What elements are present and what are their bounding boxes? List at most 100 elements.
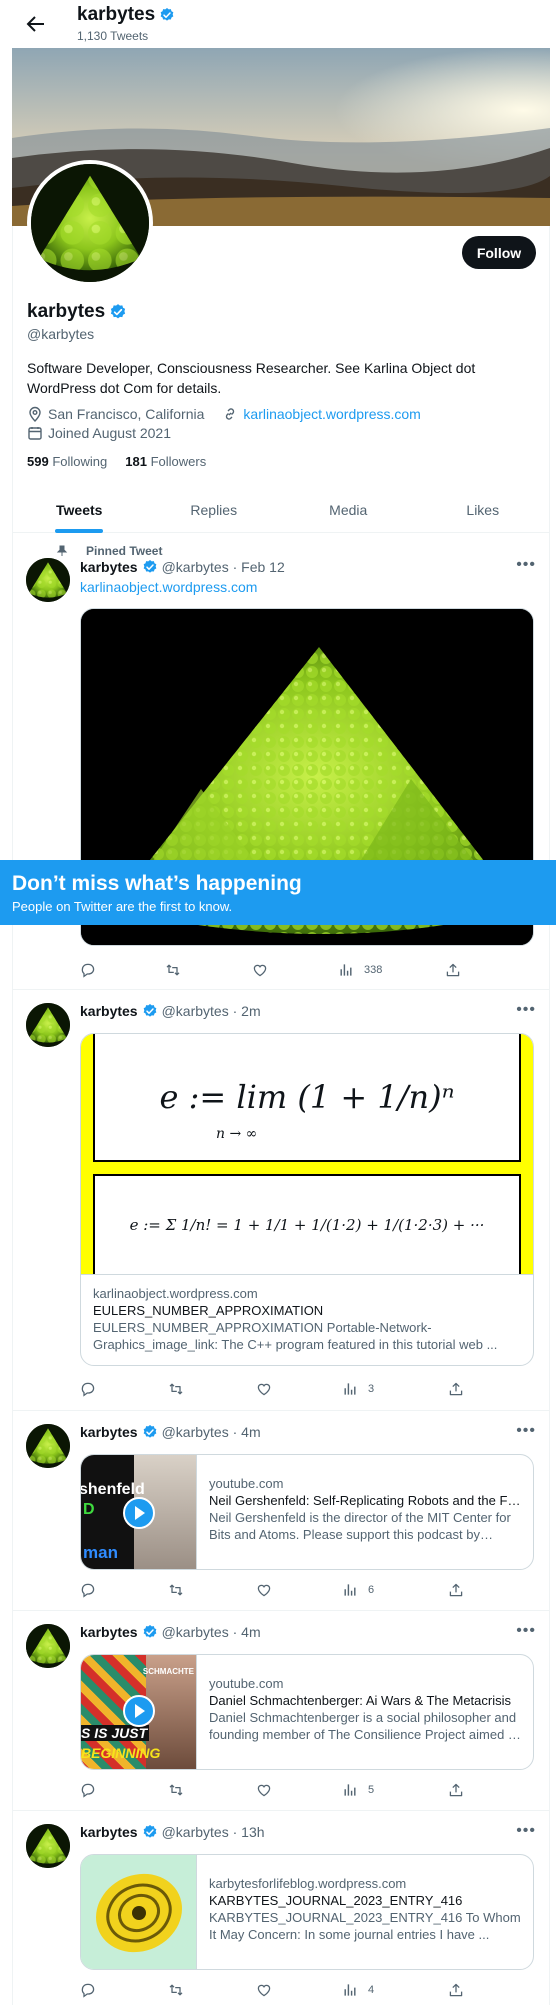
website-link[interactable]: karlinaobject.wordpress.com (243, 406, 420, 422)
tweet-journal[interactable]: karbytes @karbytes · 13h ••• karbytesfor… (12, 1812, 550, 2005)
retweet-action[interactable] (168, 1982, 184, 1998)
pinned-label: Pinned Tweet (86, 544, 163, 558)
tweet-avatar[interactable] (26, 558, 70, 602)
following-link[interactable]: 599 Following (27, 454, 107, 469)
following-label: Following (52, 454, 108, 469)
tweet-actions: 5 (80, 1782, 480, 1802)
card-text: karlinaobject.wordpress.com EULERS_NUMBE… (81, 1274, 533, 1353)
more-options-icon[interactable]: ••• (516, 556, 536, 574)
profile-name: karbytes (27, 301, 127, 323)
tweet-author-name[interactable]: karbytes (80, 1824, 138, 1840)
verified-badge-icon (142, 1003, 158, 1019)
tab-likes[interactable]: Likes (416, 488, 551, 532)
share-action[interactable] (445, 962, 461, 978)
share-action[interactable] (448, 1782, 464, 1798)
tweet-euler[interactable]: karbytes @karbytes · 2m ••• e := lim (1 … (12, 991, 550, 1411)
more-options-icon[interactable]: ••• (516, 1422, 536, 1440)
views-icon (342, 1582, 358, 1598)
reply-action[interactable] (80, 1381, 96, 1397)
more-options-icon[interactable]: ••• (516, 1822, 536, 1840)
tweet-count: 1,130 Tweets (77, 29, 149, 43)
link-card[interactable]: shenfeld D man youtube.com Neil Gershenf… (80, 1454, 534, 1570)
views-action[interactable]: 6 (342, 1582, 374, 1598)
reply-action[interactable] (80, 1582, 96, 1598)
card-title: Neil Gershenfeld: Self-Replicating Robot… (209, 1493, 521, 1508)
signup-banner-subtitle: People on Twitter are the first to know. (12, 899, 233, 914)
share-action[interactable] (448, 1982, 464, 1998)
views-count: 5 (368, 1784, 375, 1796)
views-icon (342, 1381, 358, 1397)
like-icon (256, 1782, 272, 1798)
more-options-icon[interactable]: ••• (516, 1001, 536, 1019)
tab-media-label: Media (329, 502, 368, 518)
signup-banner-title: Don’t miss what’s happening (12, 872, 302, 895)
link-card[interactable]: SCHMACHTE S IS JUST BEGINNING youtube.co… (80, 1654, 534, 1770)
tweet-header: karbytes @karbytes · 4m (80, 1424, 261, 1440)
retweet-action[interactable] (165, 962, 181, 978)
share-icon (448, 1782, 464, 1798)
tweet-avatar[interactable] (26, 1824, 70, 1868)
like-action[interactable] (256, 1381, 272, 1397)
tweet-header: karbytes @karbytes · 13h (80, 1824, 265, 1840)
tweet-header: karbytes @karbytes · 4m (80, 1624, 261, 1640)
views-icon (342, 1982, 358, 1998)
reply-action[interactable] (80, 1782, 96, 1798)
card-thumbnail (81, 1855, 197, 1969)
link-card[interactable]: karbytesforlifeblog.wordpress.com KARBYT… (80, 1854, 534, 1970)
like-action[interactable] (256, 1582, 272, 1598)
verified-badge-icon (142, 1424, 158, 1440)
thumbnail-text-3: BEGINNING (81, 1745, 161, 1761)
retweet-action[interactable] (168, 1582, 184, 1598)
link-card[interactable]: e := lim (1 + 1/n)ⁿ n → ∞ e := Σ 1/n! = … (80, 1033, 534, 1366)
share-action[interactable] (448, 1381, 464, 1397)
views-action[interactable]: 338 (338, 962, 382, 978)
tab-tweets-label: Tweets (56, 502, 103, 518)
retweet-action[interactable] (168, 1782, 184, 1798)
followers-link[interactable]: 181 Followers (125, 454, 206, 469)
signup-banner[interactable]: Don’t miss what’s happening People on Tw… (0, 860, 556, 925)
share-icon (448, 1381, 464, 1397)
like-action[interactable] (256, 1982, 272, 1998)
tab-replies[interactable]: Replies (147, 488, 282, 532)
views-count: 338 (364, 964, 383, 976)
tweet-meta: @karbytes · 2m (161, 1003, 261, 1019)
reply-action[interactable] (80, 1982, 96, 1998)
views-action[interactable]: 4 (342, 1982, 374, 1998)
play-icon[interactable] (123, 1695, 155, 1727)
share-icon (448, 1582, 464, 1598)
views-action[interactable]: 3 (342, 1381, 374, 1397)
math-line-2: e := Σ 1/n! = 1 + 1/1 + 1/(1·2) + 1/(1·2… (129, 1216, 485, 1234)
tweet-gershenfeld[interactable]: karbytes @karbytes · 4m ••• shenfeld D m… (12, 1412, 550, 1611)
tweet-schmachtenberger[interactable]: karbytes @karbytes · 4m ••• SCHMACHTE S … (12, 1612, 550, 1811)
share-action[interactable] (448, 1582, 464, 1598)
views-action[interactable]: 5 (342, 1782, 374, 1798)
follow-button[interactable]: Follow (462, 236, 536, 269)
play-icon[interactable] (123, 1497, 155, 1529)
tweet-avatar[interactable] (26, 1003, 70, 1047)
tweet-author-name[interactable]: karbytes (80, 1624, 138, 1640)
reply-action[interactable] (80, 962, 96, 978)
share-icon (445, 962, 461, 978)
card-domain: youtube.com (209, 1676, 284, 1691)
tab-media[interactable]: Media (281, 488, 416, 532)
tweet-author-name[interactable]: karbytes (80, 1424, 138, 1440)
tweet-meta: @karbytes · 4m (161, 1424, 261, 1440)
tweet-author-name[interactable]: karbytes (80, 559, 138, 575)
card-description: Daniel Schmachtenberger is a social phil… (209, 1710, 519, 1742)
card-math-image: e := lim (1 + 1/n)ⁿ n → ∞ e := Σ 1/n! = … (81, 1034, 533, 1274)
profile-meta-row: San Francisco, California karlinaobject.… (27, 406, 421, 422)
back-arrow-icon[interactable] (24, 12, 48, 36)
joined-text: Joined August 2021 (48, 425, 171, 441)
tweet-avatar[interactable] (26, 1424, 70, 1468)
tweet-avatar[interactable] (26, 1624, 70, 1668)
retweet-action[interactable] (168, 1381, 184, 1397)
romanesco-avatar-image (31, 164, 149, 282)
profile-avatar[interactable] (27, 160, 153, 286)
like-action[interactable] (252, 962, 268, 978)
like-action[interactable] (256, 1782, 272, 1798)
calendar-icon (28, 427, 42, 440)
more-options-icon[interactable]: ••• (516, 1622, 536, 1640)
tab-tweets[interactable]: Tweets (12, 488, 147, 533)
tweet-author-name[interactable]: karbytes (80, 1003, 138, 1019)
tweet-link-text[interactable]: karlinaobject.wordpress.com (80, 579, 257, 595)
